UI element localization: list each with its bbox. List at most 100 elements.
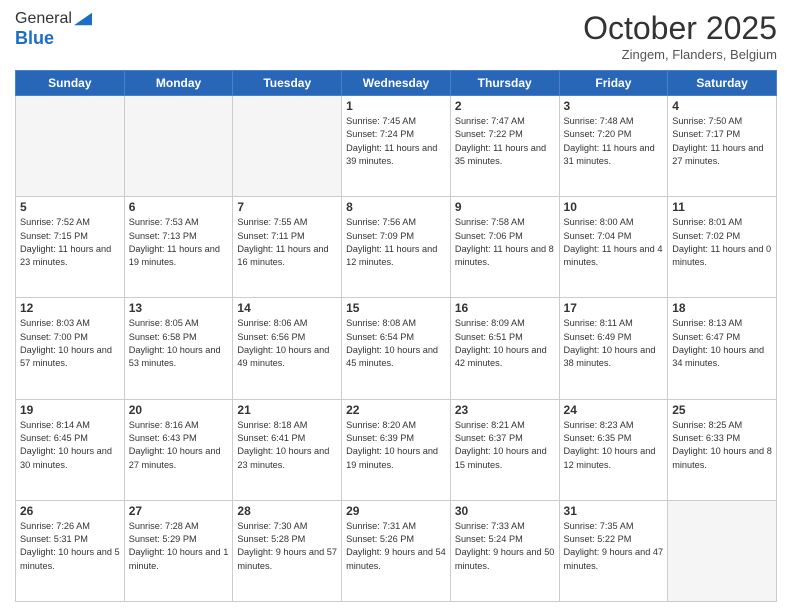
day-number: 5: [20, 200, 120, 214]
calendar-cell: 28 Sunrise: 7:30 AM Sunset: 5:28 PM Dayli…: [233, 500, 342, 601]
calendar-cell: 12 Sunrise: 8:03 AM Sunset: 7:00 PM Dayli…: [16, 298, 125, 399]
weekday-header-thursday: Thursday: [450, 71, 559, 96]
day-number: 22: [346, 403, 446, 417]
cell-info: Sunrise: 8:05 AM Sunset: 6:58 PM Dayligh…: [129, 317, 229, 370]
weekday-header-monday: Monday: [124, 71, 233, 96]
cell-info: Sunrise: 8:16 AM Sunset: 6:43 PM Dayligh…: [129, 419, 229, 472]
weekday-header-wednesday: Wednesday: [342, 71, 451, 96]
day-number: 16: [455, 301, 555, 315]
calendar-cell: 9 Sunrise: 7:58 AM Sunset: 7:06 PM Daylig…: [450, 197, 559, 298]
cell-info: Sunrise: 8:20 AM Sunset: 6:39 PM Dayligh…: [346, 419, 446, 472]
day-number: 17: [564, 301, 664, 315]
day-number: 30: [455, 504, 555, 518]
day-number: 7: [237, 200, 337, 214]
day-number: 10: [564, 200, 664, 214]
day-number: 3: [564, 99, 664, 113]
cell-info: Sunrise: 8:11 AM Sunset: 6:49 PM Dayligh…: [564, 317, 664, 370]
cell-info: Sunrise: 7:47 AM Sunset: 7:22 PM Dayligh…: [455, 115, 555, 168]
day-number: 8: [346, 200, 446, 214]
cell-info: Sunrise: 8:14 AM Sunset: 6:45 PM Dayligh…: [20, 419, 120, 472]
cell-info: Sunrise: 7:52 AM Sunset: 7:15 PM Dayligh…: [20, 216, 120, 269]
calendar-week-row: 19 Sunrise: 8:14 AM Sunset: 6:45 PM Dayli…: [16, 399, 777, 500]
calendar-cell: 23 Sunrise: 8:21 AM Sunset: 6:37 PM Dayli…: [450, 399, 559, 500]
weekday-header-saturday: Saturday: [668, 71, 777, 96]
calendar-cell: 15 Sunrise: 8:08 AM Sunset: 6:54 PM Dayli…: [342, 298, 451, 399]
day-number: 29: [346, 504, 446, 518]
calendar-cell: 25 Sunrise: 8:25 AM Sunset: 6:33 PM Dayli…: [668, 399, 777, 500]
cell-info: Sunrise: 8:00 AM Sunset: 7:04 PM Dayligh…: [564, 216, 664, 269]
cell-info: Sunrise: 7:30 AM Sunset: 5:28 PM Dayligh…: [237, 520, 337, 573]
day-number: 14: [237, 301, 337, 315]
day-number: 12: [20, 301, 120, 315]
calendar-week-row: 5 Sunrise: 7:52 AM Sunset: 7:15 PM Daylig…: [16, 197, 777, 298]
day-number: 28: [237, 504, 337, 518]
day-number: 18: [672, 301, 772, 315]
calendar-cell: 24 Sunrise: 8:23 AM Sunset: 6:35 PM Dayli…: [559, 399, 668, 500]
day-number: 24: [564, 403, 664, 417]
cell-info: Sunrise: 7:45 AM Sunset: 7:24 PM Dayligh…: [346, 115, 446, 168]
header: General Blue October 2025 Zingem, Flande…: [15, 10, 777, 62]
cell-info: Sunrise: 8:13 AM Sunset: 6:47 PM Dayligh…: [672, 317, 772, 370]
cell-info: Sunrise: 7:53 AM Sunset: 7:13 PM Dayligh…: [129, 216, 229, 269]
location: Zingem, Flanders, Belgium: [583, 47, 777, 62]
calendar-cell: 21Sunrise: 8:18 AM Sunset: 6:41 PM Dayli…: [233, 399, 342, 500]
title-section: October 2025 Zingem, Flanders, Belgium: [583, 10, 777, 62]
day-number: 27: [129, 504, 229, 518]
day-number: 25: [672, 403, 772, 417]
day-number: 26: [20, 504, 120, 518]
calendar-week-row: 26Sunrise: 7:26 AM Sunset: 5:31 PM Dayli…: [16, 500, 777, 601]
calendar-week-row: 12 Sunrise: 8:03 AM Sunset: 7:00 PM Dayli…: [16, 298, 777, 399]
logo-general-text: General: [15, 10, 72, 28]
calendar-table: SundayMondayTuesdayWednesdayThursdayFrid…: [15, 70, 777, 602]
month-title: October 2025: [583, 10, 777, 47]
cell-info: Sunrise: 7:58 AM Sunset: 7:06 PM Dayligh…: [455, 216, 555, 269]
day-number: 21: [237, 403, 337, 417]
calendar-cell: 6Sunrise: 7:53 AM Sunset: 7:13 PM Daylig…: [124, 197, 233, 298]
calendar-cell: 16 Sunrise: 8:09 AM Sunset: 6:51 PM Dayli…: [450, 298, 559, 399]
cell-info: Sunrise: 7:35 AM Sunset: 5:22 PM Dayligh…: [564, 520, 664, 573]
weekday-header-row: SundayMondayTuesdayWednesdayThursdayFrid…: [16, 71, 777, 96]
day-number: 4: [672, 99, 772, 113]
cell-info: Sunrise: 8:03 AM Sunset: 7:00 PM Dayligh…: [20, 317, 120, 370]
calendar-cell: 26Sunrise: 7:26 AM Sunset: 5:31 PM Dayli…: [16, 500, 125, 601]
day-number: 9: [455, 200, 555, 214]
day-number: 20: [129, 403, 229, 417]
calendar-cell: [124, 96, 233, 197]
calendar-cell: 11 Sunrise: 8:01 AM Sunset: 7:02 PM Dayli…: [668, 197, 777, 298]
logo-blue-text: Blue: [15, 28, 54, 49]
day-number: 31: [564, 504, 664, 518]
day-number: 13: [129, 301, 229, 315]
calendar-cell: 31 Sunrise: 7:35 AM Sunset: 5:22 PM Dayli…: [559, 500, 668, 601]
calendar-cell: 27Sunrise: 7:28 AM Sunset: 5:29 PM Dayli…: [124, 500, 233, 601]
weekday-header-sunday: Sunday: [16, 71, 125, 96]
cell-info: Sunrise: 7:48 AM Sunset: 7:20 PM Dayligh…: [564, 115, 664, 168]
day-number: 19: [20, 403, 120, 417]
calendar-cell: 7Sunrise: 7:55 AM Sunset: 7:11 PM Daylig…: [233, 197, 342, 298]
calendar-week-row: 1 Sunrise: 7:45 AM Sunset: 7:24 PM Daylig…: [16, 96, 777, 197]
weekday-header-tuesday: Tuesday: [233, 71, 342, 96]
calendar-cell: 19 Sunrise: 8:14 AM Sunset: 6:45 PM Dayli…: [16, 399, 125, 500]
calendar-cell: 22 Sunrise: 8:20 AM Sunset: 6:39 PM Dayli…: [342, 399, 451, 500]
cell-info: Sunrise: 8:01 AM Sunset: 7:02 PM Dayligh…: [672, 216, 772, 269]
calendar-cell: 2Sunrise: 7:47 AM Sunset: 7:22 PM Daylig…: [450, 96, 559, 197]
calendar-cell: 5 Sunrise: 7:52 AM Sunset: 7:15 PM Daylig…: [16, 197, 125, 298]
cell-info: Sunrise: 7:31 AM Sunset: 5:26 PM Dayligh…: [346, 520, 446, 573]
day-number: 1: [346, 99, 446, 113]
calendar-cell: 4 Sunrise: 7:50 AM Sunset: 7:17 PM Daylig…: [668, 96, 777, 197]
cell-info: Sunrise: 7:33 AM Sunset: 5:24 PM Dayligh…: [455, 520, 555, 573]
calendar-cell: 1 Sunrise: 7:45 AM Sunset: 7:24 PM Daylig…: [342, 96, 451, 197]
day-number: 15: [346, 301, 446, 315]
calendar-cell: 10 Sunrise: 8:00 AM Sunset: 7:04 PM Dayli…: [559, 197, 668, 298]
cell-info: Sunrise: 7:50 AM Sunset: 7:17 PM Dayligh…: [672, 115, 772, 168]
cell-info: Sunrise: 8:08 AM Sunset: 6:54 PM Dayligh…: [346, 317, 446, 370]
day-number: 11: [672, 200, 772, 214]
cell-info: Sunrise: 8:21 AM Sunset: 6:37 PM Dayligh…: [455, 419, 555, 472]
calendar-cell: [668, 500, 777, 601]
cell-info: Sunrise: 8:23 AM Sunset: 6:35 PM Dayligh…: [564, 419, 664, 472]
cell-info: Sunrise: 8:25 AM Sunset: 6:33 PM Dayligh…: [672, 419, 772, 472]
calendar-cell: 8Sunrise: 7:56 AM Sunset: 7:09 PM Daylig…: [342, 197, 451, 298]
cell-info: Sunrise: 8:09 AM Sunset: 6:51 PM Dayligh…: [455, 317, 555, 370]
logo-icon: [74, 12, 92, 26]
day-number: 23: [455, 403, 555, 417]
calendar-cell: 20 Sunrise: 8:16 AM Sunset: 6:43 PM Dayli…: [124, 399, 233, 500]
